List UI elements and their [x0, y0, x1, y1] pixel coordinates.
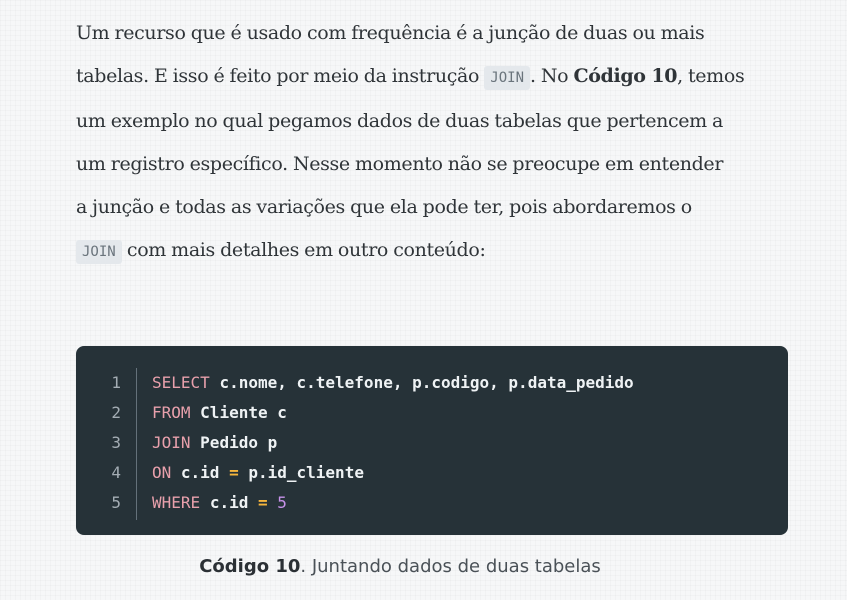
paragraph-line-5: a junção e todas as variações que ela po…	[76, 186, 791, 229]
paragraph-text: com mais detalhes em outro conteúdo:	[126, 239, 486, 261]
paragraph-text: . No	[530, 65, 569, 87]
code-text: c.id	[209, 493, 249, 512]
inline-code-join: JOIN	[76, 240, 122, 264]
sql-keyword: SELECT	[152, 373, 210, 392]
caption-text: . Juntando dados de duas tabelas	[300, 556, 601, 577]
sql-operator: =	[257, 493, 268, 512]
caption-label: Código 10	[199, 556, 301, 577]
line-number-gutter: 1 2 3 4 5	[76, 368, 136, 518]
code-reference: Código 10	[573, 65, 678, 87]
sql-number: 5	[277, 493, 287, 512]
code-text: Cliente c	[200, 403, 287, 422]
paragraph-line-1: Um recurso que é usado com frequência é …	[76, 12, 791, 55]
line-number: 3	[111, 433, 121, 452]
line-number: 1	[111, 373, 121, 392]
code-text: c.nome, c.telefone, p.codigo, p.data_ped…	[219, 373, 634, 392]
sql-keyword: JOIN	[152, 433, 191, 452]
sql-keyword: ON	[152, 463, 172, 482]
sql-keyword: FROM	[152, 403, 191, 422]
paragraph-text: Um recurso que é usado com frequência é …	[76, 22, 705, 44]
paragraph-text: a junção e todas as variações que ela po…	[76, 196, 692, 218]
code-line: FROM Cliente c	[152, 398, 634, 428]
line-number: 2	[111, 403, 121, 422]
line-number: 4	[111, 463, 121, 482]
code-block: 1 2 3 4 5 SELECT c.nome, c.telefone, p.c…	[76, 346, 788, 535]
paragraph-text: , temos	[677, 65, 745, 87]
sql-keyword: WHERE	[152, 493, 201, 512]
paragraph-text: um exemplo no qual pegamos dados de duas…	[76, 110, 723, 132]
paragraph-line-3: um exemplo no qual pegamos dados de duas…	[76, 100, 791, 143]
code-line: SELECT c.nome, c.telefone, p.codigo, p.d…	[152, 368, 634, 398]
code-line: JOIN Pedido p	[152, 428, 634, 458]
article-paragraph: Um recurso que é usado com frequência é …	[76, 12, 791, 274]
paragraph-text: tabelas. E isso é feito por meio da inst…	[76, 65, 480, 87]
code-caption: Código 10. Juntando dados de duas tabela…	[76, 556, 724, 577]
code-line: WHERE c.id = 5	[152, 488, 634, 518]
sql-operator: =	[229, 463, 239, 482]
code-line: ON c.id = p.id_cliente	[152, 458, 634, 488]
code-text: c.id	[180, 463, 220, 482]
paragraph-line-2: tabelas. E isso é feito por meio da inst…	[76, 55, 791, 100]
code-lines: SELECT c.nome, c.telefone, p.codigo, p.d…	[152, 368, 634, 518]
inline-code-join: JOIN	[484, 66, 530, 90]
paragraph-text: um registro específico. Nesse momento nã…	[76, 153, 724, 175]
gutter-divider	[136, 368, 137, 520]
code-text: Pedido p	[200, 433, 278, 452]
line-number: 5	[111, 493, 121, 512]
code-text: p.id_cliente	[248, 463, 364, 482]
paragraph-line-4: um registro específico. Nesse momento nã…	[76, 143, 791, 186]
paragraph-line-6: JOIN com mais detalhes em outro conteúdo…	[76, 229, 791, 274]
